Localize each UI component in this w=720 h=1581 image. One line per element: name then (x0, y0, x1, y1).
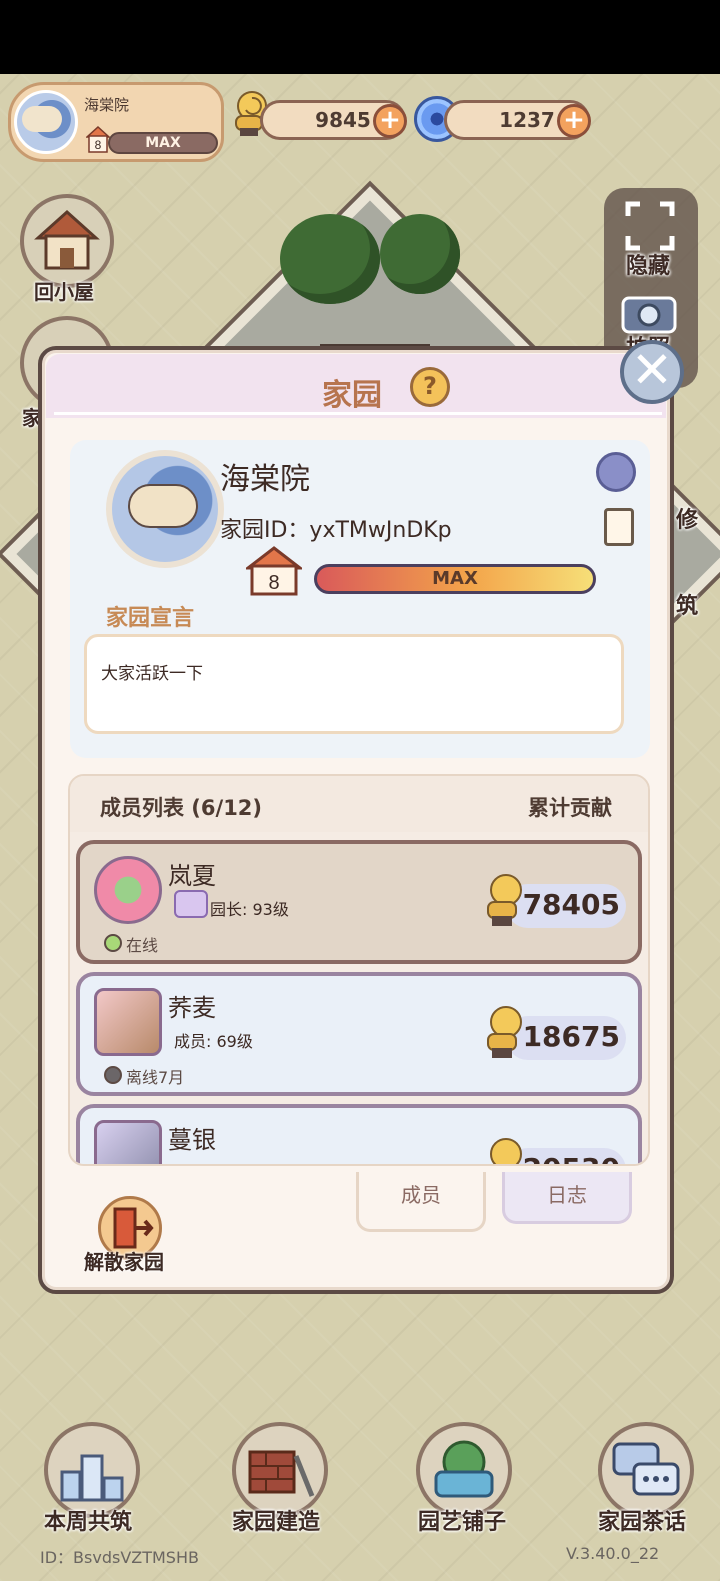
dialog-title: 家园 (322, 378, 382, 413)
home-id: 家园ID：yxTMwJnDKp (220, 518, 452, 543)
online-status-icon (104, 934, 122, 952)
tree-decoration (280, 214, 380, 304)
repair-label-partial: 修 (676, 508, 699, 533)
member-status: 离线7月 (126, 1068, 185, 1087)
members-title: 成员列表 (6/12) (100, 796, 263, 820)
add-snail-coin-button[interactable]: + (373, 104, 407, 138)
home-dialog: 家园 ? 海棠院 家园ID：yxTMwJnDKp 8 MAX 家园宣言 大家活跃… (38, 346, 674, 1294)
avatar (94, 988, 162, 1056)
house-level-icon: 8 (246, 546, 302, 596)
build-label-partial: 筑 (676, 594, 699, 619)
member-status: 在线 (126, 936, 159, 955)
motto-label: 家园宣言 (106, 606, 195, 631)
hide-label: 隐藏 (626, 254, 671, 279)
home-build-label: 家园建造 (232, 1510, 321, 1535)
swirl-gem-value: 1237 (499, 108, 555, 132)
avatar (94, 856, 162, 924)
avatar (94, 1120, 162, 1164)
close-icon[interactable]: ✕ (620, 340, 684, 404)
copy-icon[interactable] (604, 508, 634, 546)
house-level-icon: 8 (86, 126, 110, 153)
members-panel: 成员列表 (6/12) 累计贡献 岚夏 园长: 93级 在线 78405 荞麦 … (68, 774, 650, 1166)
tab-log[interactable]: 日志 (502, 1172, 632, 1224)
bricks-icon (248, 1450, 315, 1497)
game-screen: 海棠院 8 MAX 9845 + 1237 + 回小屋 家 隐藏 拍 (0, 0, 720, 1581)
contribution-title: 累计贡献 (528, 796, 612, 820)
cloud-icon (128, 484, 198, 528)
snail-coin-counter: 9845 + (260, 100, 407, 140)
chat-bubbles-icon (612, 1442, 680, 1496)
member-name: 荞麦 (168, 994, 216, 1022)
offline-status-icon (104, 1066, 122, 1084)
snail-coin-value: 9845 (315, 108, 371, 132)
back-home-button[interactable] (20, 194, 114, 288)
motto-box[interactable]: 大家活跃一下 (84, 634, 624, 734)
member-role: 园长: 93级 (210, 900, 289, 919)
home-level: 8 (95, 138, 102, 152)
member-row[interactable]: 岚夏 园长: 93级 在线 78405 (76, 840, 642, 964)
home-title: 海棠院 (220, 462, 310, 497)
cloud-icon (22, 106, 62, 132)
app-version: V.3.40.0_22 (566, 1544, 660, 1563)
home-info-card: 海棠院 家园ID：yxTMwJnDKp 8 MAX 家园宣言 大家活跃一下 (70, 440, 650, 758)
flower-basket-icon (434, 1440, 494, 1498)
disband-home-label: 解散家园 (84, 1250, 164, 1274)
weekly-build-label: 本周共筑 (44, 1510, 133, 1535)
member-row[interactable]: 荞麦 成员: 69级 离线7月 18675 (76, 972, 642, 1096)
home-level-bar: MAX (314, 564, 596, 594)
camera-icon[interactable] (620, 290, 678, 334)
contribution-value: 20530 (523, 1152, 620, 1164)
member-row[interactable]: 蔓银 成员: 64级 20530 (76, 1104, 642, 1164)
tea-talk-label: 家园茶话 (598, 1510, 687, 1535)
snail-coin-icon (487, 874, 522, 926)
home-level: 8 (268, 572, 279, 594)
crown-icon (174, 890, 208, 918)
member-role: 成员: 69级 (174, 1032, 253, 1051)
back-home-label: 回小屋 (34, 280, 94, 304)
hide-icon[interactable] (624, 200, 676, 252)
snail-coin-icon (487, 1006, 522, 1058)
garden-shop-label: 园艺铺子 (418, 1510, 507, 1535)
tab-members[interactable]: 成员 (356, 1172, 486, 1232)
member-name: 蔓银 (168, 1126, 216, 1154)
motto-text: 大家活跃一下 (101, 664, 203, 684)
contribution-value: 78405 (522, 888, 620, 921)
contribution-value: 18675 (522, 1020, 620, 1053)
member-name: 岚夏 (168, 862, 216, 890)
house-icon (34, 209, 100, 270)
help-icon[interactable]: ? (410, 367, 450, 407)
home-emblem[interactable] (106, 450, 224, 568)
swirl-gem-counter: 1237 + (444, 100, 591, 140)
home-name: 海棠院 (84, 96, 130, 114)
add-swirl-gem-button[interactable]: + (557, 104, 591, 138)
gear-icon[interactable] (596, 452, 636, 492)
tree-decoration (380, 214, 460, 294)
level-progress-bar: MAX (108, 132, 218, 154)
player-id: ID：BsvdsVZTMSHB (40, 1548, 199, 1567)
members-header: 成员列表 (6/12) 累计贡献 (70, 776, 648, 832)
podium-icon (60, 1454, 124, 1502)
member-role: 成员: 64级 (174, 1160, 253, 1164)
status-bar (0, 0, 720, 74)
snail-coin-icon (490, 1138, 522, 1164)
header-divider (54, 412, 662, 415)
